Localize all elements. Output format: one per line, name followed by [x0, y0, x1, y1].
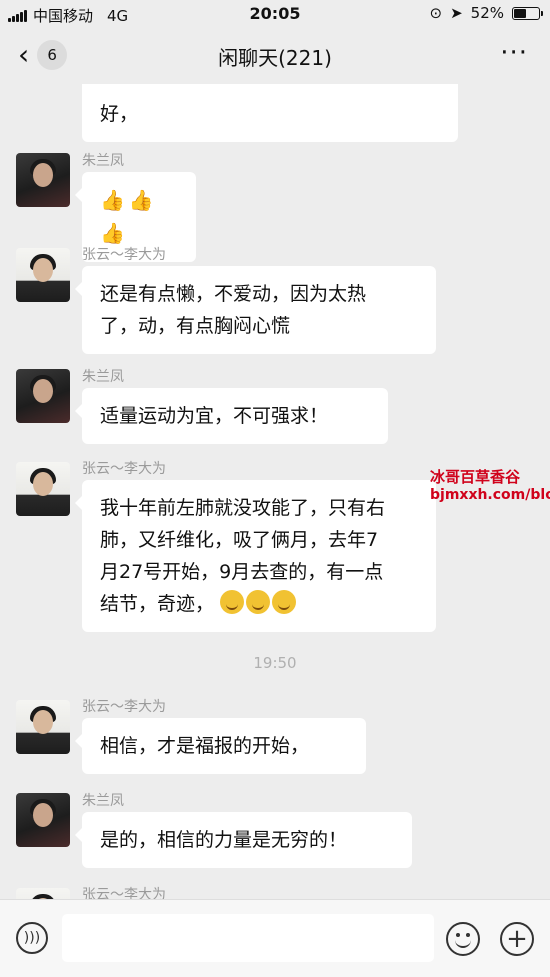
voice-icon[interactable]: ))) [16, 922, 48, 954]
avatar[interactable] [16, 888, 70, 899]
watermark-line2: bjmxxh.com/blo [430, 487, 550, 503]
message-bubble[interactable]: 好， [82, 84, 458, 142]
status-bar: 中国移动 4G 20:05 ⊙ ➤ 52% [0, 0, 550, 28]
sender-name: 朱兰凤 [82, 369, 124, 385]
grin-icon [272, 590, 297, 614]
message-text-line: 还是有点懒，不爱动，因为太热 [100, 283, 367, 305]
message-bubble[interactable]: 我十年前左肺就没攻能了，只有右 肺，又纤维化，吸了俩月，去年7 月27号开始，9… [75, 480, 436, 632]
grin-icon [246, 590, 271, 614]
watermark: 冰哥百草香谷 bjmxxh.com/blo [430, 466, 550, 503]
avatar[interactable] [16, 153, 70, 207]
message-text-tail: 结节，奇迹， [100, 593, 215, 615]
message-text-line: 结节，奇迹， [100, 588, 418, 620]
message-text-line: 月27号开始，9月去查的，有一点 [100, 561, 384, 583]
grin-icon [220, 590, 245, 614]
emoji-icon[interactable] [446, 922, 480, 956]
sender-name: 张云～李大为 [82, 247, 166, 263]
battery-percent: 52% [470, 4, 504, 22]
thumbs-up-icon: 👍 [128, 188, 154, 212]
time-separator: 19:50 [253, 654, 297, 672]
nav-bar: ‹ 6 闲聊天(221) ··· [0, 28, 550, 84]
sender-name: 朱兰凤 [82, 793, 124, 809]
thumbs-up-icon: 👍 [100, 188, 125, 212]
message-bubble[interactable]: 适量运动为宜，不可强求！ [75, 388, 388, 444]
location-icon: ➤ [450, 4, 463, 22]
watermark-line1: 冰哥百草香谷 [430, 468, 521, 486]
status-right: ⊙ ➤ 52% [429, 4, 543, 22]
message-text-line: 肺，又纤维化，吸了俩月，去年7 [100, 529, 379, 551]
chat-title: 闲聊天(221) [218, 46, 332, 70]
message-bubble[interactable]: 是的，相信的力量是无穷的！ [75, 812, 412, 868]
sender-name: 张云～李大为 [82, 887, 166, 899]
avatar[interactable] [16, 369, 70, 423]
message-text: 适量运动为宜，不可强求！ [100, 405, 329, 427]
message-input[interactable] [62, 914, 434, 962]
avatar[interactable] [16, 462, 70, 516]
message-text-line: 我十年前左肺就没攻能了，只有右 [100, 497, 386, 519]
rotation-lock-icon: ⊙ [429, 4, 443, 22]
avatar[interactable] [16, 700, 70, 754]
sender-name: 张云～李大为 [82, 699, 166, 715]
message-text: 好， [100, 103, 139, 125]
message-text-line: 了，动，有点胸闷心慌 [100, 315, 291, 337]
plus-icon[interactable]: + [500, 922, 534, 956]
message-bubble[interactable]: 还是有点懒，不爱动，因为太热 了，动，有点胸闷心慌 [75, 266, 436, 354]
message-text: 是的，相信的力量是无穷的！ [100, 829, 348, 851]
message-text: 相信，才是福报的开始， [100, 735, 310, 757]
sender-name: 朱兰凤 [82, 153, 124, 169]
battery-icon [512, 6, 543, 20]
sender-name: 张云～李大为 [82, 461, 166, 477]
avatar[interactable] [16, 248, 70, 302]
message-bubble[interactable]: 相信，才是福报的开始， [75, 718, 366, 774]
avatar[interactable] [16, 793, 70, 847]
input-bar: ))) + [0, 899, 550, 977]
ellipsis-icon[interactable]: ··· [500, 40, 528, 66]
